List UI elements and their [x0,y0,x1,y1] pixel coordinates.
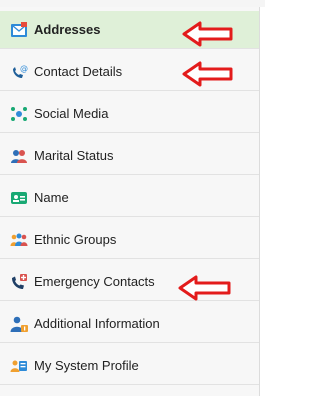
phone-at-icon: @ [10,63,28,81]
sidebar-item-label: Addresses [34,22,101,37]
sidebar-item-additional-information[interactable]: Additional Information [0,305,259,343]
user-info-icon [10,315,28,333]
top-gap [0,0,265,7]
sidebar-item-label: My System Profile [34,358,139,373]
sidebar-item-label: Contact Details [34,64,123,79]
sidebar-item-label: Name [34,190,69,205]
group-people-icon [10,231,28,249]
couple-icon [10,147,28,165]
profile-icon [10,357,28,375]
sidebar-item-marital-status[interactable]: Marital Status [0,137,259,175]
sidebar-item-my-system-profile[interactable]: My System Profile [0,347,259,385]
annotation-arrow-addresses [182,20,234,48]
sidebar-item-label: Ethnic Groups [34,232,117,247]
emergency-phone-icon [10,273,28,291]
sidebar-item-ethnic-groups[interactable]: Ethnic Groups [0,221,259,259]
sidebar-item-label: Emergency Contacts [34,274,155,289]
svg-text:@: @ [20,64,28,73]
name-card-icon [10,189,28,207]
social-network-icon [10,105,28,123]
sidebar-item-name[interactable]: Name [0,179,259,217]
sidebar-item-social-media[interactable]: Social Media [0,95,259,133]
sidebar-item-label: Marital Status [34,148,114,163]
sidebar-item-label: Additional Information [34,316,160,331]
annotation-arrow-contact-details [182,60,234,88]
sidebar-item-label: Social Media [34,106,109,121]
annotation-arrow-emergency-contacts [178,274,232,302]
envelope-icon [10,21,28,39]
